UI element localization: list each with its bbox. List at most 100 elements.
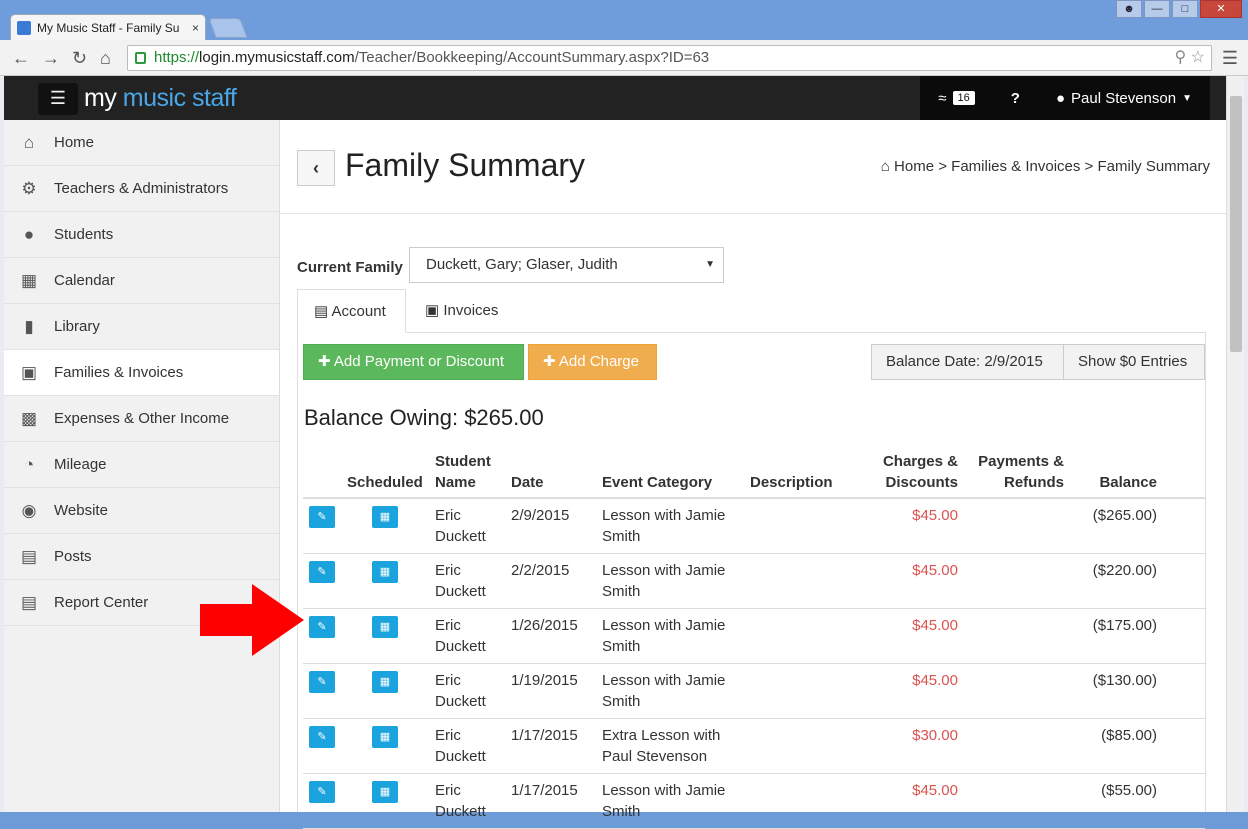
menu-toggle-icon[interactable]: ☰ bbox=[38, 83, 78, 115]
col-edit bbox=[303, 447, 341, 499]
forward-arrow-icon[interactable]: → bbox=[42, 48, 60, 69]
feed-button[interactable]: ≈ 16 bbox=[920, 90, 992, 107]
sidebar-item-label: Expenses & Other Income bbox=[54, 410, 230, 427]
table-header-row: Scheduled Student Name Date Event Catego… bbox=[303, 447, 1205, 499]
window-controls: ☻ — □ ✕ bbox=[1116, 0, 1242, 18]
calendar-icon[interactable]: ▦ bbox=[372, 781, 398, 803]
app-logo[interactable]: my music staff bbox=[84, 84, 237, 113]
maximize-button[interactable]: □ bbox=[1172, 0, 1198, 18]
description-cell bbox=[744, 498, 864, 554]
minimize-button[interactable]: — bbox=[1144, 0, 1170, 18]
edit-icon[interactable]: ✎ bbox=[309, 671, 335, 693]
calendar-icon[interactable]: ▦ bbox=[372, 726, 398, 748]
page-scrollbar[interactable] bbox=[1226, 76, 1244, 812]
date-cell: 1/19/2015 bbox=[505, 663, 596, 719]
category-cell: Lesson with Jamie Smith bbox=[596, 608, 744, 664]
sidebar-item-library[interactable]: ▮ Library bbox=[4, 304, 279, 350]
table-row: ✎ ▦ Eric Duckett 1/19/2015 Lesson with J… bbox=[303, 663, 1205, 719]
red-arrow-annotation bbox=[200, 584, 304, 656]
breadcrumb-families[interactable]: Families & Invoices bbox=[951, 158, 1080, 175]
browser-menu-icon[interactable]: ☰ bbox=[1222, 48, 1238, 69]
balance-date-button[interactable]: Balance Date: 2/9/2015 bbox=[871, 344, 1064, 380]
back-button[interactable]: ‹ bbox=[297, 150, 335, 186]
table-row: ✎ ▦ Eric Duckett 2/2/2015 Lesson with Ja… bbox=[303, 553, 1205, 609]
date-cell: 2/2/2015 bbox=[505, 553, 596, 609]
sidebar-item-teachers[interactable]: ⚙ Teachers & Administrators bbox=[4, 166, 279, 212]
show-zero-entries-button[interactable]: Show $0 Entries bbox=[1063, 344, 1205, 380]
close-button[interactable]: ✕ bbox=[1200, 0, 1242, 18]
address-bar[interactable]: https://login.mymusicstaff.com/Teacher/B… bbox=[127, 45, 1212, 71]
col-category: Event Category bbox=[596, 447, 744, 499]
sidebar-item-calendar[interactable]: ▦ Calendar bbox=[4, 258, 279, 304]
user-menu[interactable]: ● Paul Stevenson ▼ bbox=[1038, 90, 1210, 107]
edit-icon[interactable]: ✎ bbox=[309, 616, 335, 638]
zoom-star-icons[interactable]: ⚲ ☆ bbox=[1174, 46, 1205, 70]
scrollbar-thumb[interactable] bbox=[1230, 96, 1242, 352]
sidebar-item-students[interactable]: ● Students bbox=[4, 212, 279, 258]
file-icon: ▤ bbox=[314, 303, 329, 320]
payment-cell bbox=[964, 663, 1070, 719]
tab-account[interactable]: ▤ Account bbox=[297, 289, 406, 333]
family-select[interactable]: Duckett, Gary; Glaser, Judith ▼ bbox=[409, 247, 724, 283]
sidebar-item-expenses[interactable]: ▩ Expenses & Other Income bbox=[4, 396, 279, 442]
bar-chart-icon: ▩ bbox=[20, 408, 38, 428]
sidebar: ⌂ Home ⚙ Teachers & Administrators ● Studen… bbox=[4, 120, 280, 812]
user-icon[interactable]: ☻ bbox=[1116, 0, 1142, 18]
breadcrumb: ⌂ Home > Families & Invoices > Family Su… bbox=[880, 158, 1210, 175]
url-host: login.mymusicstaff.com bbox=[199, 49, 355, 66]
sidebar-item-families[interactable]: ▣ Families & Invoices bbox=[4, 350, 279, 396]
description-cell bbox=[744, 718, 864, 774]
tab-title: My Music Staff - Family Su bbox=[37, 20, 180, 35]
calendar-icon[interactable]: ▦ bbox=[372, 561, 398, 583]
sidebar-item-label: Posts bbox=[54, 548, 92, 565]
balance-cell: ($265.00) bbox=[1070, 498, 1163, 554]
student-cell: Eric Duckett bbox=[429, 718, 505, 774]
arrow-shape bbox=[200, 584, 304, 656]
plus-icon: ✚ bbox=[318, 353, 331, 370]
current-family-label: Current Family bbox=[297, 259, 403, 276]
calendar-icon[interactable]: ▦ bbox=[372, 616, 398, 638]
date-cell: 1/26/2015 bbox=[505, 608, 596, 664]
description-cell bbox=[744, 773, 864, 829]
back-arrow-icon[interactable]: ← bbox=[12, 48, 30, 69]
browser-tab[interactable]: My Music Staff - Family Su × bbox=[10, 14, 206, 40]
balance-cell: ($85.00) bbox=[1070, 718, 1163, 774]
sidebar-item-website[interactable]: ◉ Website bbox=[4, 488, 279, 534]
category-cell: Lesson with Jamie Smith bbox=[596, 663, 744, 719]
calendar-icon[interactable]: ▦ bbox=[372, 671, 398, 693]
edit-icon[interactable]: ✎ bbox=[309, 781, 335, 803]
add-payment-button[interactable]: ✚ Add Payment or Discount bbox=[303, 344, 524, 380]
logo-prefix: my bbox=[84, 84, 123, 112]
col-date: Date bbox=[505, 447, 596, 499]
add-charge-button[interactable]: ✚ Add Charge bbox=[528, 344, 657, 380]
category-cell: Lesson with Jamie Smith bbox=[596, 498, 744, 554]
sidebar-item-home[interactable]: ⌂ Home bbox=[4, 120, 279, 166]
breadcrumb-home[interactable]: Home bbox=[894, 158, 934, 175]
tab-invoices[interactable]: ▣ Invoices bbox=[409, 289, 514, 333]
home-button-icon[interactable]: ⌂ bbox=[100, 48, 111, 69]
new-tab-button[interactable] bbox=[208, 18, 248, 38]
payment-cell bbox=[964, 553, 1070, 609]
tabs: ▤ Account ▣ Invoices bbox=[297, 289, 1206, 333]
help-button[interactable]: ? bbox=[993, 90, 1038, 107]
charge-cell: $45.00 bbox=[864, 663, 964, 719]
sidebar-item-mileage[interactable]: ◔ Mileage bbox=[4, 442, 279, 488]
sidebar-item-label: Calendar bbox=[54, 272, 115, 289]
col-balance: Balance bbox=[1070, 447, 1163, 499]
browser-window: My Music Staff - Family Su × ☻ — □ ✕ ← →… bbox=[0, 0, 1248, 829]
dashboard-icon: ◔ bbox=[23, 454, 35, 474]
help-icon: ? bbox=[1010, 89, 1020, 107]
caret-down-icon: ▼ bbox=[1182, 92, 1192, 104]
edit-icon[interactable]: ✎ bbox=[309, 726, 335, 748]
reload-icon[interactable]: ↻ bbox=[72, 48, 87, 69]
book-icon: ▮ bbox=[24, 316, 34, 336]
charge-cell: $45.00 bbox=[864, 608, 964, 664]
sidebar-item-posts[interactable]: ▤ Posts bbox=[4, 534, 279, 580]
calendar-icon[interactable]: ▦ bbox=[372, 506, 398, 528]
edit-icon[interactable]: ✎ bbox=[309, 561, 335, 583]
edit-icon[interactable]: ✎ bbox=[309, 506, 335, 528]
caret-down-icon: ▼ bbox=[705, 259, 715, 270]
plus-icon: ✚ bbox=[543, 353, 556, 370]
tab-close-icon[interactable]: × bbox=[192, 21, 199, 35]
description-cell bbox=[744, 553, 864, 609]
